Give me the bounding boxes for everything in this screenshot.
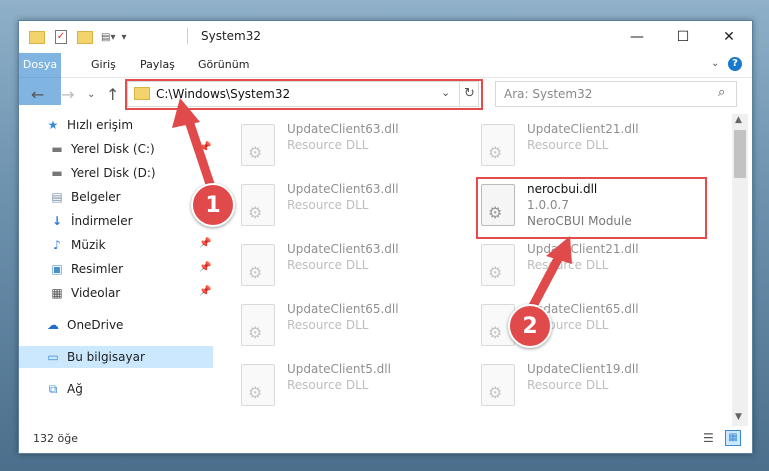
step-badge-1: 1 bbox=[191, 183, 235, 227]
arrow-1 bbox=[172, 98, 217, 195]
arrow-2 bbox=[528, 236, 572, 311]
step-badge-2: 2 bbox=[508, 304, 552, 348]
annotation-arrows bbox=[172, 98, 572, 311]
